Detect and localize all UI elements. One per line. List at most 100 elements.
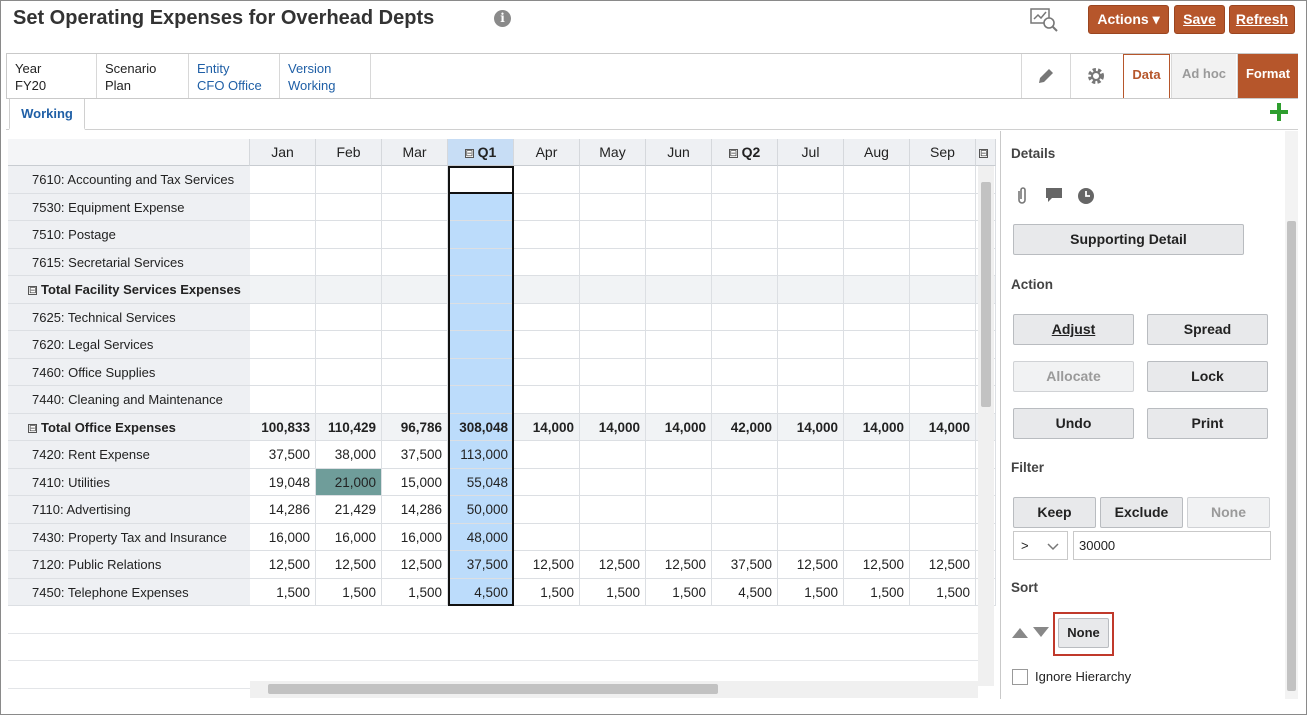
row-label[interactable]: 7530: Equipment Expense	[8, 193, 250, 221]
grid-cell[interactable]	[316, 248, 382, 276]
grid-cell[interactable]	[514, 166, 580, 194]
grid-cell[interactable]	[316, 303, 382, 331]
grid-cell[interactable]: 48,000	[448, 523, 514, 551]
grid-cell[interactable]	[646, 248, 712, 276]
grid-cell[interactable]	[712, 331, 778, 359]
grid-cell[interactable]	[580, 358, 646, 386]
grid-cell[interactable]	[580, 468, 646, 496]
grid-cell[interactable]: 14,286	[382, 496, 448, 524]
grid-cell[interactable]	[382, 166, 448, 194]
grid-cell[interactable]	[844, 358, 910, 386]
grid-cell[interactable]	[712, 441, 778, 469]
edit-button[interactable]	[1021, 54, 1070, 98]
refresh-button[interactable]: Refresh	[1229, 5, 1295, 34]
grid-cell[interactable]	[514, 221, 580, 249]
grid-cell[interactable]	[382, 221, 448, 249]
spread-button[interactable]: Spread	[1147, 314, 1268, 345]
grid-cell[interactable]	[844, 248, 910, 276]
grid-cell[interactable]: 110,429	[316, 413, 382, 441]
grid-cell[interactable]	[712, 386, 778, 414]
row-label[interactable]: 7625: Technical Services	[8, 303, 250, 331]
grid-cell[interactable]	[250, 386, 316, 414]
grid-cell[interactable]	[712, 221, 778, 249]
grid-cell[interactable]: 4,500	[712, 578, 778, 606]
grid-cell[interactable]: 1,500	[844, 578, 910, 606]
column-header[interactable]: ⊟ Q2	[712, 139, 778, 166]
grid-cell[interactable]: 12,500	[250, 551, 316, 579]
grid-cell[interactable]: 37,500	[250, 441, 316, 469]
column-header[interactable]: Feb	[316, 139, 382, 166]
grid-cell[interactable]	[382, 331, 448, 359]
pov-version[interactable]: Version Working	[280, 54, 371, 98]
grid-cell[interactable]: 21,429	[316, 496, 382, 524]
tab-data[interactable]: Data	[1123, 54, 1170, 98]
column-header[interactable]: Jul	[778, 139, 844, 166]
column-header[interactable]: Jun	[646, 139, 712, 166]
grid-cell[interactable]	[910, 221, 976, 249]
exclude-button[interactable]: Exclude	[1100, 497, 1183, 528]
grid-cell[interactable]	[316, 386, 382, 414]
grid-cell[interactable]	[580, 386, 646, 414]
grid-cell[interactable]	[844, 331, 910, 359]
grid-cell[interactable]: 308,048	[448, 413, 514, 441]
operator-select[interactable]: >	[1013, 531, 1068, 560]
sort-descending-icon[interactable]	[1033, 627, 1049, 638]
save-button[interactable]: Save	[1174, 5, 1225, 34]
header-collapse-cell[interactable]: ⊟	[976, 139, 996, 166]
history-icon[interactable]	[1077, 187, 1095, 205]
grid-cell[interactable]	[778, 276, 844, 304]
settings-button[interactable]	[1070, 54, 1122, 98]
column-header[interactable]: ⊟ Q1	[448, 139, 514, 166]
row-label[interactable]: 7120: Public Relations	[8, 551, 250, 579]
add-icon[interactable]	[1270, 103, 1288, 121]
attachment-icon[interactable]	[1015, 187, 1029, 205]
grid-cell[interactable]	[514, 331, 580, 359]
grid-cell[interactable]: 12,500	[910, 551, 976, 579]
grid-cell[interactable]	[778, 386, 844, 414]
grid-cell[interactable]	[382, 358, 448, 386]
column-header[interactable]: Mar	[382, 139, 448, 166]
grid-cell[interactable]	[250, 221, 316, 249]
grid-cell[interactable]	[910, 441, 976, 469]
grid-cell[interactable]	[514, 386, 580, 414]
collapse-icon[interactable]: ⊟	[464, 148, 474, 158]
grid-cell[interactable]	[250, 166, 316, 194]
grid-cell[interactable]	[382, 276, 448, 304]
grid-cell[interactable]	[778, 331, 844, 359]
grid-cell[interactable]	[316, 331, 382, 359]
grid-cell[interactable]	[712, 496, 778, 524]
grid-cell[interactable]	[514, 193, 580, 221]
grid-cell[interactable]: 37,500	[448, 551, 514, 579]
row-label[interactable]: 7430: Property Tax and Insurance	[8, 523, 250, 551]
grid-cell[interactable]	[514, 358, 580, 386]
grid-cell[interactable]	[910, 331, 976, 359]
column-header[interactable]: Sep	[910, 139, 976, 166]
grid-cell[interactable]: 1,500	[250, 578, 316, 606]
grid-cell[interactable]	[844, 276, 910, 304]
grid-cell[interactable]	[712, 468, 778, 496]
grid-cell[interactable]	[712, 276, 778, 304]
keep-button[interactable]: Keep	[1013, 497, 1096, 528]
grid-cell[interactable]	[514, 276, 580, 304]
grid-cell[interactable]: 50,000	[448, 496, 514, 524]
grid-cell[interactable]: 16,000	[382, 523, 448, 551]
grid-cell[interactable]	[580, 276, 646, 304]
grid-cell[interactable]	[844, 386, 910, 414]
grid-cell[interactable]	[316, 221, 382, 249]
grid-cell[interactable]	[646, 276, 712, 304]
supporting-detail-button[interactable]: Supporting Detail	[1013, 224, 1244, 255]
grid-cell[interactable]	[316, 358, 382, 386]
grid-cell[interactable]: 96,786	[382, 413, 448, 441]
grid-horizontal-scrollbar[interactable]	[250, 681, 978, 698]
grid-cell[interactable]	[646, 193, 712, 221]
grid-cell[interactable]	[580, 331, 646, 359]
grid-cell[interactable]: 37,500	[712, 551, 778, 579]
grid-cell[interactable]: 14,000	[910, 413, 976, 441]
grid-cell[interactable]: 15,000	[382, 468, 448, 496]
grid-cell[interactable]	[778, 441, 844, 469]
grid-cell[interactable]	[580, 166, 646, 194]
column-header[interactable]: Jan	[250, 139, 316, 166]
grid-cell[interactable]	[910, 496, 976, 524]
tab-adhoc[interactable]: Ad hoc	[1171, 54, 1236, 98]
grid-cell[interactable]	[910, 303, 976, 331]
